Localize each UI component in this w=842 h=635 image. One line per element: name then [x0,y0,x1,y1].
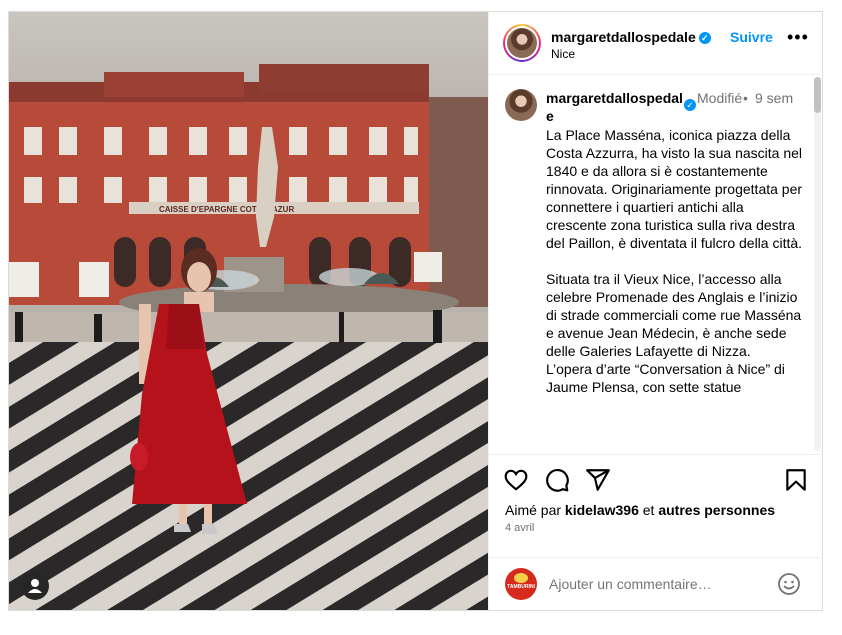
verified-icon: ✓ [684,99,696,111]
likes-summary: Aimé par kidelaw396 et autres personnes [505,502,775,518]
scrollbar-thumb[interactable] [814,77,821,113]
comment-icon[interactable] [544,467,570,493]
post-photo[interactable]: CAISSE D'EPARGNE COTE D'AZUR [9,12,488,610]
verified-icon: ✓ [698,32,711,45]
likes-others-link[interactable]: autres personnes [658,502,775,518]
instagram-post: CAISSE D'EPARGNE COTE D'AZUR margaretdal… [8,11,823,611]
comment-input[interactable] [549,576,749,592]
caption-avatar[interactable] [505,89,537,121]
avatar[interactable] [503,24,541,62]
separator-dot: • [743,90,748,106]
post-date[interactable]: 4 avril [505,522,534,534]
caption-timestamp[interactable]: 9 sem [755,89,795,107]
scrollbar[interactable] [814,77,821,451]
likes-joiner: et [642,502,655,518]
liker-username[interactable]: kidelaw396 [565,502,639,518]
bookmark-icon[interactable] [783,467,809,493]
post-header: margaretdallospedale ✓ Suivre ••• Nice [489,12,823,75]
caption-text: La Place Masséna, iconica piazza della C… [546,127,803,395]
likes-prefix: Aimé par [505,502,562,518]
follow-button[interactable]: Suivre [730,29,773,45]
user-tag-icon[interactable] [21,572,49,600]
edited-label: Modifié [697,90,743,106]
caption-username[interactable]: margaretdallospedale [546,89,686,125]
commenter-avatar[interactable]: TAMBURINI [505,568,537,600]
share-icon[interactable] [585,467,611,493]
header-username-row: margaretdallospedale ✓ [551,29,711,45]
username-link[interactable]: margaretdallospedale [551,29,696,45]
emoji-icon[interactable] [777,572,801,596]
photo-scene: CAISSE D'EPARGNE COTE D'AZUR [9,12,488,610]
heart-icon[interactable] [503,467,529,493]
location-link[interactable]: Nice [551,47,575,61]
caption-section: margaretdallospedale ✓ Modifié • 9 sem L… [489,75,823,455]
post-sidebar: margaretdallospedale ✓ Suivre ••• Nice ma… [488,12,823,610]
action-bar [489,455,823,505]
comment-bar: TAMBURINI [489,557,823,610]
more-horizontal-icon[interactable]: ••• [787,28,809,46]
